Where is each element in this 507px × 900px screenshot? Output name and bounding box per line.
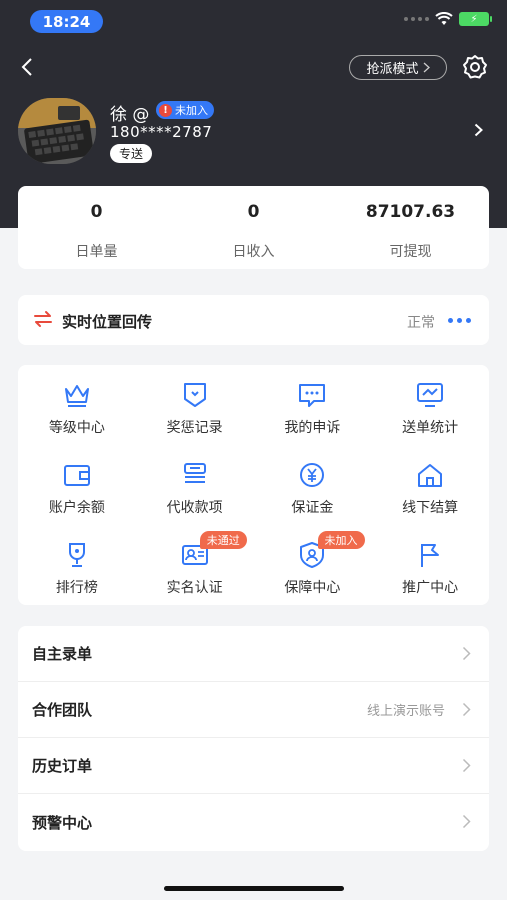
grid-label: 等级中心 [48,420,105,436]
list-label: 历史订单 [32,757,93,775]
status-time: 18:24 [30,10,103,33]
stat-label: 日收入 [232,244,275,260]
keyboard-photo-icon [18,98,96,164]
grid-item-protection-center[interactable]: 未加入 保障中心 [254,525,372,605]
grid-label: 账户余额 [48,500,105,516]
location-status: 正常 [407,315,435,331]
grid-label: 奖惩记录 [166,420,223,436]
grid-label: 我的申诉 [284,420,341,436]
stat-value: 0 [247,202,260,222]
grid-label: 代收款项 [166,500,223,516]
menu-list: 自主录单 合作团队 线上演示账号 历史订单 预警中心 [18,626,489,851]
grid-item-my-appeals[interactable]: 我的申诉 [254,365,372,445]
crown-icon [64,385,89,407]
house-icon [418,464,443,487]
list-item-self-entry[interactable]: 自主录单 [18,626,489,682]
grid-item-delivery-stats[interactable]: 送单统计 [371,365,489,445]
grid-label: 实名认证 [166,580,223,596]
profile-link[interactable] [474,122,483,141]
battery-icon: ⚡ [459,12,492,26]
stat-label: 日单量 [75,244,118,260]
grid-item-deposit[interactable]: 保证金 [254,445,372,525]
chevron-right-icon [474,123,483,137]
list-value: 线上演示账号 [366,704,445,719]
swap-arrows-icon [34,311,52,327]
status-icons: ⚡ [404,12,492,26]
grid-item-promotion-center[interactable]: 推广中心 [371,525,489,605]
yen-coin-icon [300,463,325,487]
avatar[interactable] [18,98,96,164]
grid-label: 排行榜 [55,580,98,596]
wallet-icon [63,465,90,486]
chevron-right-icon [462,646,471,661]
list-item-order-history[interactable]: 历史订单 [18,738,489,794]
grid-item-collections[interactable]: 代收款项 [136,445,254,525]
grid-label: 推广中心 [402,580,459,596]
stat-value: 0 [90,202,103,222]
status-badge: 未加入 [317,531,365,549]
grid-label: 送单统计 [402,420,459,436]
list-label: 合作团队 [32,701,93,719]
stats-card: 0 日单量 0 日收入 87107.63 可提现 [18,186,489,269]
signal-dots-icon [404,17,429,21]
grid-item-leaderboard[interactable]: 排行榜 [18,525,136,605]
stat-label: 可提现 [389,244,432,260]
grid-item-reward-records[interactable]: 奖惩记录 [136,365,254,445]
location-report-card[interactable]: 实时位置回传 正常 [18,295,489,345]
chevron-right-icon [462,758,471,773]
dispatch-mode-label: 抢派模式 [366,62,419,77]
status-bar: 18:24 ⚡ [0,8,507,36]
status-badge: 未通过 [199,531,247,549]
shield-tag-icon [183,383,206,407]
stat-daily-orders[interactable]: 0 日单量 [18,186,175,269]
home-indicator [164,886,344,891]
grid-item-real-name-auth[interactable]: 未通过 实名认证 [136,525,254,605]
exclamation-icon: ! [159,103,172,117]
dispatch-mode-button[interactable]: 抢派模式 [349,55,447,80]
join-status-label: 未加入 [175,104,208,117]
chart-monitor-icon [417,383,444,407]
wifi-icon [435,12,453,25]
function-grid: 等级中心 奖惩记录 我的申诉 送单统计 账户余额 代收款项 保证金 线下结算 排… [18,365,489,605]
chevron-left-icon [21,58,32,76]
list-item-alert-center[interactable]: 预警中心 [18,794,489,850]
chat-bubble-icon [299,384,326,407]
grid-label: 保障中心 [284,580,341,596]
list-label: 预警中心 [32,813,93,832]
delivery-type-tag: 专送 [110,144,153,163]
grid-label: 线下结算 [402,500,459,516]
location-title: 实时位置回传 [62,313,153,331]
grid-item-level-center[interactable]: 等级中心 [18,365,136,445]
settings-button[interactable] [461,53,489,81]
user-phone: 180****2787 [110,123,213,141]
back-button[interactable] [14,54,40,80]
gear-icon [463,55,487,79]
receipt-icon [183,463,206,483]
chevron-right-icon [423,62,430,73]
trophy-icon [68,543,85,567]
chevron-right-icon [462,702,471,717]
grid-item-offline-settlement[interactable]: 线下结算 [371,445,489,525]
grid-item-account-balance[interactable]: 账户余额 [18,445,136,525]
stat-withdrawable[interactable]: 87107.63 可提现 [332,186,489,269]
chevron-right-icon [462,814,471,829]
join-status-badge: ! 未加入 [156,101,214,119]
user-name: 徐 @ [110,105,150,125]
list-label: 自主录单 [32,645,93,663]
flag-icon [421,544,440,567]
grid-label: 保证金 [291,500,334,516]
stat-value: 87107.63 [365,202,456,222]
list-item-team[interactable]: 合作团队 线上演示账号 [18,682,489,738]
stat-daily-income[interactable]: 0 日收入 [175,186,332,269]
more-dots-icon[interactable] [448,318,471,323]
